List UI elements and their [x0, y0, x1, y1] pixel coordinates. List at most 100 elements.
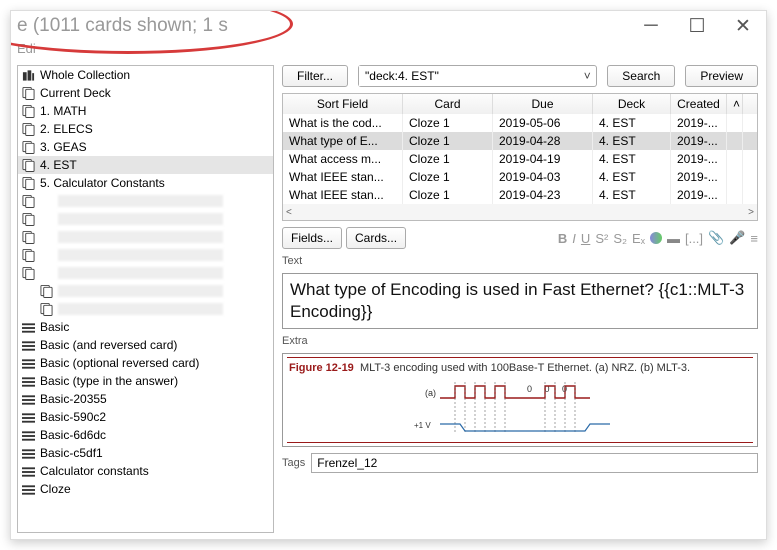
minimize-button[interactable]: ─ — [628, 11, 674, 41]
sidebar-item-basic-c5df1[interactable]: Basic-c5df1 — [18, 444, 273, 462]
maximize-button[interactable]: ☐ — [674, 11, 720, 41]
attachment-icon[interactable]: 📎 — [708, 230, 724, 246]
sidebar-item-label: Whole Collection — [40, 68, 130, 82]
deck-icon — [40, 284, 53, 298]
sidebar-item-5-calculator-constants[interactable]: 5. Calculator Constants — [18, 174, 273, 192]
sidebar-item-current-deck[interactable]: Current Deck — [18, 84, 273, 102]
sidebar-item-4-est[interactable]: 4. EST — [18, 156, 273, 174]
sidebar-item-blurred-12[interactable] — [18, 282, 273, 300]
sidebar-item-label: Basic — [40, 320, 69, 334]
subscript-icon[interactable]: S₂ — [613, 231, 627, 246]
sidebar-item-blurred-11[interactable] — [18, 264, 273, 282]
clear-format-icon[interactable]: Eₓ — [632, 231, 645, 246]
cards-button[interactable]: Cards... — [346, 227, 406, 249]
sidebar-item-basic[interactable]: Basic — [18, 318, 273, 336]
italic-icon[interactable]: I — [572, 231, 576, 246]
titlebar: e (1011 cards shown; 1 s ─ ☐ ✕ — [11, 11, 766, 41]
figure-image: Figure 12-19 MLT-3 encoding used with 10… — [287, 357, 753, 443]
deck-icon — [22, 194, 35, 208]
search-combo[interactable]: ˅ — [358, 65, 597, 87]
sidebar-item-calculator-constants[interactable]: Calculator constants — [18, 462, 273, 480]
deck-icon — [22, 230, 35, 244]
sidebar-item-blurred-7[interactable] — [18, 192, 273, 210]
sidebar-item-basic-20355[interactable]: Basic-20355 — [18, 390, 273, 408]
deck-icon — [22, 140, 35, 154]
collection-icon — [22, 68, 35, 82]
wave-voltage: +1 V — [414, 421, 431, 430]
notetype-icon — [22, 412, 35, 422]
chevron-down-icon[interactable]: ˅ — [578, 69, 596, 83]
sidebar-item-label: Basic (type in the answer) — [40, 374, 178, 388]
search-input[interactable] — [359, 66, 578, 86]
col-sort-field[interactable]: Sort Field — [283, 94, 403, 114]
extra-field[interactable]: Figure 12-19 MLT-3 encoding used with 10… — [282, 353, 758, 447]
col-deck[interactable]: Deck — [593, 94, 671, 114]
editor-toolbar: Fields... Cards... B I U S² S₂ Eₓ ▬ [...… — [282, 227, 758, 249]
wave-label-a: (a) — [425, 388, 436, 398]
color-picker-icon[interactable]: ▬ — [667, 231, 680, 246]
figure-number: Figure 12-19 — [289, 362, 354, 374]
underline-icon[interactable]: U — [581, 231, 590, 246]
cell-created: 2019-... — [671, 114, 727, 132]
sidebar-item-1-math[interactable]: 1. MATH — [18, 102, 273, 120]
sidebar-item-basic-type-in-the-answer-[interactable]: Basic (type in the answer) — [18, 372, 273, 390]
sidebar-item-blurred-13[interactable] — [18, 300, 273, 318]
sidebar-item-blurred-8[interactable] — [18, 210, 273, 228]
deck-icon — [22, 122, 35, 136]
tags-label: Tags — [282, 457, 305, 469]
sidebar-item-label: Basic-20355 — [40, 392, 107, 406]
preview-button[interactable]: Preview — [685, 65, 758, 87]
superscript-icon[interactable]: S² — [595, 231, 608, 246]
col-due[interactable]: Due — [493, 94, 593, 114]
table-row[interactable]: What IEEE stan...Cloze 12019-04-234. EST… — [283, 186, 757, 204]
notetype-icon — [22, 340, 35, 350]
sidebar-item-3-geas[interactable]: 3. GEAS — [18, 138, 273, 156]
sidebar-item-cloze[interactable]: Cloze — [18, 480, 273, 498]
cell-sort: What IEEE stan... — [283, 168, 403, 186]
notetype-icon — [22, 394, 35, 404]
sidebar-item-blurred-9[interactable] — [18, 228, 273, 246]
notetype-icon — [22, 466, 35, 476]
filter-button[interactable]: Filter... — [282, 65, 348, 87]
sidebar-item-basic-optional-reversed-card-[interactable]: Basic (optional reversed card) — [18, 354, 273, 372]
col-card[interactable]: Card — [403, 94, 493, 114]
cell-deck: 4. EST — [593, 168, 671, 186]
notetype-icon — [22, 322, 35, 332]
menubar: Edi — [11, 41, 766, 59]
bold-icon[interactable]: B — [558, 231, 567, 246]
notetype-icon — [22, 448, 35, 458]
sidebar-item-basic-and-reversed-card-[interactable]: Basic (and reversed card) — [18, 336, 273, 354]
sidebar-item-blurred-10[interactable] — [18, 246, 273, 264]
sidebar-item-basic-590c2[interactable]: Basic-590c2 — [18, 408, 273, 426]
horizontal-scrollbar[interactable]: ˂˃ — [283, 204, 757, 220]
color-icon[interactable] — [650, 232, 662, 244]
sidebar-item-basic-6d6dc[interactable]: Basic-6d6dc — [18, 426, 273, 444]
close-button[interactable]: ✕ — [720, 11, 766, 41]
more-icon[interactable]: ≡ — [750, 231, 758, 246]
sidebar-item-whole-collection[interactable]: Whole Collection — [18, 66, 273, 84]
cell-sort: What IEEE stan... — [283, 186, 403, 204]
sidebar-item-label: Cloze — [40, 482, 71, 496]
sidebar-item-2-elecs[interactable]: 2. ELECS — [18, 120, 273, 138]
menu-edit[interactable]: Edi — [17, 41, 36, 56]
cell-due: 2019-04-23 — [493, 186, 593, 204]
search-button[interactable]: Search — [607, 65, 675, 87]
tags-input[interactable] — [311, 453, 758, 473]
col-scroll-up[interactable]: ˄ — [727, 94, 743, 114]
sidebar: Whole Collection Current Deck1. MATH2. EL… — [17, 65, 274, 533]
cloze-icon[interactable]: [...] — [685, 231, 703, 246]
text-field-label: Text — [282, 255, 758, 267]
deck-icon — [22, 104, 35, 118]
waveform-svg: (a) 0 0 0 +1 V — [289, 378, 751, 438]
text-field[interactable]: What type of Encoding is used in Fast Et… — [282, 273, 758, 329]
sidebar-item-label: Basic-c5df1 — [40, 446, 103, 460]
record-icon[interactable]: 🎤 — [729, 230, 745, 246]
col-created[interactable]: Created — [671, 94, 727, 114]
cell-created: 2019-... — [671, 186, 727, 204]
notetype-icon — [22, 358, 35, 368]
table-row[interactable]: What type of E...Cloze 12019-04-284. EST… — [283, 132, 757, 150]
table-row[interactable]: What IEEE stan...Cloze 12019-04-034. EST… — [283, 168, 757, 186]
fields-button[interactable]: Fields... — [282, 227, 342, 249]
table-row[interactable]: What is the cod...Cloze 12019-05-064. ES… — [283, 114, 757, 132]
table-row[interactable]: What access m...Cloze 12019-04-194. EST2… — [283, 150, 757, 168]
